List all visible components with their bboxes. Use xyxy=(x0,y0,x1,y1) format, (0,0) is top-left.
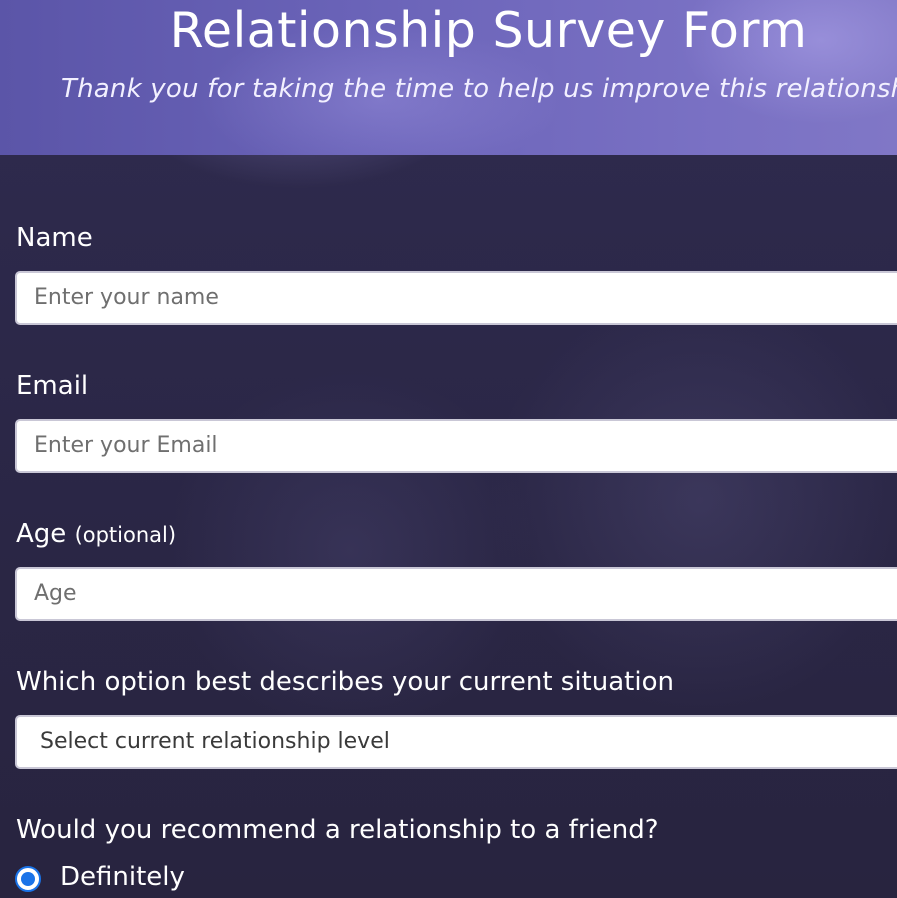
email-label: Email xyxy=(16,371,89,401)
name-label: Name xyxy=(16,223,93,253)
age-label: Age xyxy=(16,519,67,549)
radio-button-checked[interactable] xyxy=(15,866,41,892)
situation-label: Which option best describes your current… xyxy=(16,667,674,697)
radio-label: Definitely xyxy=(60,862,185,892)
name-input[interactable] xyxy=(34,273,834,323)
situation-select-value: Select current relationship level xyxy=(40,729,390,754)
email-input[interactable] xyxy=(34,421,834,471)
age-label-group: Age (optional) xyxy=(16,519,176,549)
age-field[interactable] xyxy=(15,567,897,621)
page-title: Relationship Survey Form xyxy=(169,2,808,59)
recommend-label: Would you recommend a relationship to a … xyxy=(16,815,659,845)
age-input[interactable] xyxy=(34,569,834,619)
page-subtitle: Thank you for taking the time to help us… xyxy=(61,74,897,104)
name-field[interactable] xyxy=(15,271,897,325)
situation-select[interactable]: Select current relationship level xyxy=(15,715,897,769)
age-optional-hint: (optional) xyxy=(74,523,177,547)
header: Relationship Survey Form Thank you for t… xyxy=(0,0,897,155)
email-field[interactable] xyxy=(15,419,897,473)
